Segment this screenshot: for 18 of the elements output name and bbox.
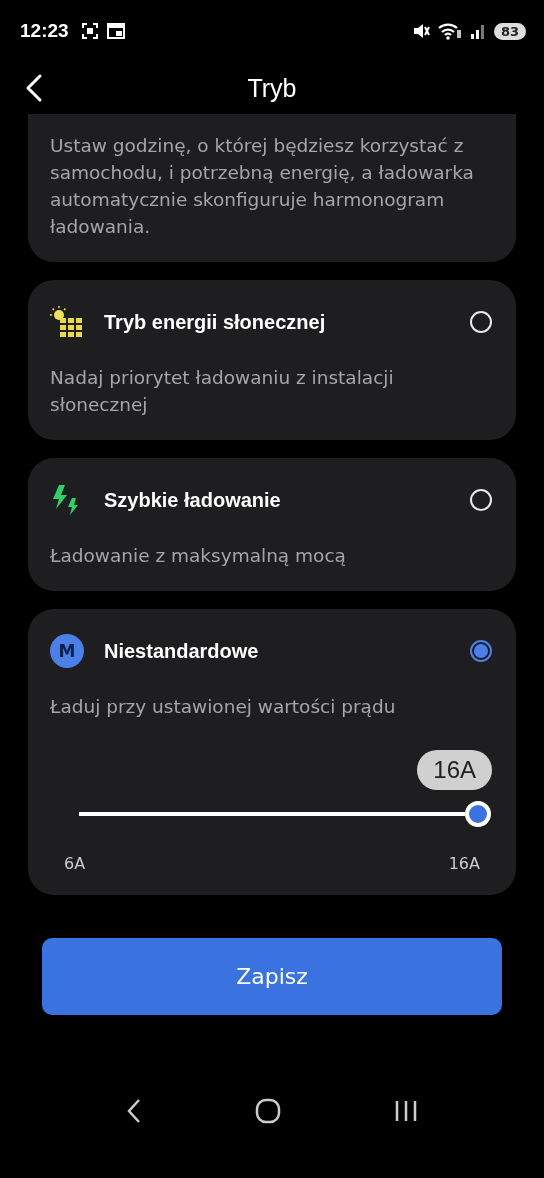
- mode-title: Niestandardowe: [104, 639, 260, 663]
- mode-description: Ładuj przy ustawionej wartości prądu: [50, 695, 397, 719]
- status-time: 12:23: [20, 20, 69, 42]
- save-button[interactable]: Zapisz: [42, 938, 502, 1015]
- mode-title: Tryb energii słonecznej: [104, 310, 327, 334]
- slider-value: 16A: [417, 750, 492, 790]
- mode-description: Nadaj priorytet ładowaniu z instalacji słonecznej: [50, 366, 395, 417]
- mode-title: Szybkie ładowanie: [104, 488, 282, 512]
- slider-min-label: 6A: [64, 854, 86, 873]
- mode-card[interactable]: Tryb energii słonecznej Nadaj priorytet ładowaniu z instalacji słonecznej: [28, 280, 516, 440]
- mode-description: Ustaw godzinę, o której będziesz korzystać z samochodu, i potrzebną energię, a ładowarka automatycznie skonfiguruje harmonogram ładowania.: [50, 134, 475, 239]
- slider-max-label: 16A: [448, 854, 480, 873]
- mode-card[interactable]: Szybkie ładowanie Ładowanie z maksymalną mocą: [28, 458, 516, 591]
- battery-level: 83: [493, 22, 526, 40]
- mode-description: Ładowanie z maksymalną mocą: [50, 544, 347, 568]
- screen-title: Tryb: [247, 73, 297, 103]
- mode-card[interactable]: M Niestandardowe Ładuj przy ustawionej wartości prądu 16A 6A 16A: [28, 609, 516, 895]
- mode-letter-icon: M: [50, 634, 84, 668]
